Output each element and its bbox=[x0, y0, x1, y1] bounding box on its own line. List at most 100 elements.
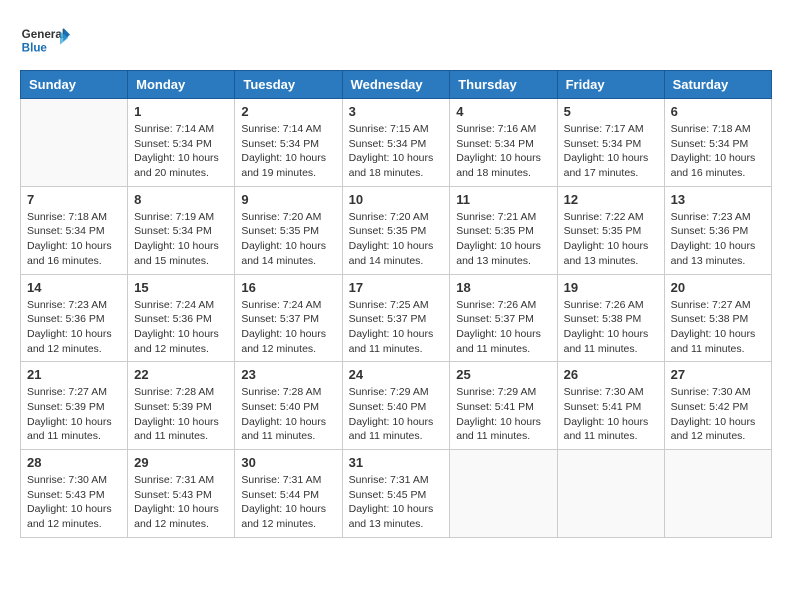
calendar-cell: 4 Sunrise: 7:16 AMSunset: 5:34 PMDaylight… bbox=[450, 99, 557, 187]
day-info: Sunrise: 7:30 AMSunset: 5:43 PMDaylight:… bbox=[27, 473, 121, 532]
calendar-cell: 16Sunrise: 7:24 AMSunset: 5:37 PMDayligh… bbox=[235, 274, 342, 362]
calendar-cell bbox=[450, 450, 557, 538]
calendar-cell: 24Sunrise: 7:29 AMSunset: 5:40 PMDayligh… bbox=[342, 362, 450, 450]
day-info: Sunrise: 7:28 AMSunset: 5:39 PMDaylight:… bbox=[134, 385, 228, 444]
day-info: Sunrise: 7:19 AMSunset: 5:34 PMDaylight:… bbox=[134, 210, 228, 269]
calendar-week-row: 28 Sunrise: 7:30 AMSunset: 5:43 PMDayligh… bbox=[21, 450, 772, 538]
day-info: Sunrise: 7:20 AMSunset: 5:35 PMDaylight:… bbox=[241, 210, 335, 269]
calendar-table: SundayMondayTuesdayWednesdayThursdayFrid… bbox=[20, 70, 772, 538]
day-info: Sunrise: 7:17 AMSunset: 5:34 PMDaylight:… bbox=[564, 122, 658, 181]
day-number: 18 bbox=[456, 280, 550, 295]
calendar-cell: 20Sunrise: 7:27 AMSunset: 5:38 PMDayligh… bbox=[664, 274, 771, 362]
weekday-header: Wednesday bbox=[342, 71, 450, 99]
calendar-cell: 13Sunrise: 7:23 AMSunset: 5:36 PMDayligh… bbox=[664, 186, 771, 274]
day-info: Sunrise: 7:14 AMSunset: 5:34 PMDaylight:… bbox=[134, 122, 228, 181]
day-info: Sunrise: 7:31 AMSunset: 5:45 PMDaylight:… bbox=[349, 473, 444, 532]
calendar-cell: 2 Sunrise: 7:14 AMSunset: 5:34 PMDaylight… bbox=[235, 99, 342, 187]
calendar-cell bbox=[557, 450, 664, 538]
calendar-cell: 10 Sunrise: 7:20 AMSunset: 5:35 PMDayligh… bbox=[342, 186, 450, 274]
weekday-header: Monday bbox=[128, 71, 235, 99]
calendar-cell: 11Sunrise: 7:21 AMSunset: 5:35 PMDayligh… bbox=[450, 186, 557, 274]
calendar-cell: 19 Sunrise: 7:26 AMSunset: 5:38 PMDayligh… bbox=[557, 274, 664, 362]
day-info: Sunrise: 7:26 AMSunset: 5:37 PMDaylight:… bbox=[456, 298, 550, 357]
day-number: 15 bbox=[134, 280, 228, 295]
calendar-cell: 31 Sunrise: 7:31 AMSunset: 5:45 PMDayligh… bbox=[342, 450, 450, 538]
day-number: 8 bbox=[134, 192, 228, 207]
weekday-header-row: SundayMondayTuesdayWednesdayThursdayFrid… bbox=[21, 71, 772, 99]
calendar-week-row: 1 Sunrise: 7:14 AMSunset: 5:34 PMDaylight… bbox=[21, 99, 772, 187]
day-info: Sunrise: 7:24 AMSunset: 5:36 PMDaylight:… bbox=[134, 298, 228, 357]
day-number: 5 bbox=[564, 104, 658, 119]
calendar-cell bbox=[664, 450, 771, 538]
calendar-cell: 26Sunrise: 7:30 AMSunset: 5:41 PMDayligh… bbox=[557, 362, 664, 450]
calendar-week-row: 21 Sunrise: 7:27 AMSunset: 5:39 PMDayligh… bbox=[21, 362, 772, 450]
day-number: 26 bbox=[564, 367, 658, 382]
day-number: 1 bbox=[134, 104, 228, 119]
calendar-cell: 28 Sunrise: 7:30 AMSunset: 5:43 PMDayligh… bbox=[21, 450, 128, 538]
day-number: 3 bbox=[349, 104, 444, 119]
day-info: Sunrise: 7:31 AMSunset: 5:44 PMDaylight:… bbox=[241, 473, 335, 532]
day-number: 23 bbox=[241, 367, 335, 382]
logo-icon: General Blue bbox=[20, 20, 70, 60]
svg-text:General: General bbox=[22, 28, 65, 41]
day-number: 12 bbox=[564, 192, 658, 207]
day-info: Sunrise: 7:27 AMSunset: 5:39 PMDaylight:… bbox=[27, 385, 121, 444]
calendar-cell: 7 Sunrise: 7:18 AMSunset: 5:34 PMDaylight… bbox=[21, 186, 128, 274]
day-number: 6 bbox=[671, 104, 765, 119]
calendar-cell: 9Sunrise: 7:20 AMSunset: 5:35 PMDaylight… bbox=[235, 186, 342, 274]
day-number: 13 bbox=[671, 192, 765, 207]
weekday-header: Friday bbox=[557, 71, 664, 99]
calendar-cell: 22 Sunrise: 7:28 AMSunset: 5:39 PMDayligh… bbox=[128, 362, 235, 450]
weekday-header: Saturday bbox=[664, 71, 771, 99]
day-info: Sunrise: 7:22 AMSunset: 5:35 PMDaylight:… bbox=[564, 210, 658, 269]
calendar-cell: 8 Sunrise: 7:19 AMSunset: 5:34 PMDaylight… bbox=[128, 186, 235, 274]
day-info: Sunrise: 7:18 AMSunset: 5:34 PMDaylight:… bbox=[27, 210, 121, 269]
day-number: 19 bbox=[564, 280, 658, 295]
day-info: Sunrise: 7:14 AMSunset: 5:34 PMDaylight:… bbox=[241, 122, 335, 181]
calendar-cell: 15 Sunrise: 7:24 AMSunset: 5:36 PMDayligh… bbox=[128, 274, 235, 362]
calendar-week-row: 7 Sunrise: 7:18 AMSunset: 5:34 PMDaylight… bbox=[21, 186, 772, 274]
day-number: 31 bbox=[349, 455, 444, 470]
day-info: Sunrise: 7:31 AMSunset: 5:43 PMDaylight:… bbox=[134, 473, 228, 532]
day-number: 22 bbox=[134, 367, 228, 382]
weekday-header: Sunday bbox=[21, 71, 128, 99]
day-number: 17 bbox=[349, 280, 444, 295]
day-info: Sunrise: 7:26 AMSunset: 5:38 PMDaylight:… bbox=[564, 298, 658, 357]
day-number: 21 bbox=[27, 367, 121, 382]
day-info: Sunrise: 7:29 AMSunset: 5:40 PMDaylight:… bbox=[349, 385, 444, 444]
calendar-cell: 27 Sunrise: 7:30 AMSunset: 5:42 PMDayligh… bbox=[664, 362, 771, 450]
calendar-cell: 14Sunrise: 7:23 AMSunset: 5:36 PMDayligh… bbox=[21, 274, 128, 362]
day-number: 4 bbox=[456, 104, 550, 119]
day-number: 20 bbox=[671, 280, 765, 295]
day-number: 16 bbox=[241, 280, 335, 295]
day-number: 10 bbox=[349, 192, 444, 207]
calendar-cell: 18 Sunrise: 7:26 AMSunset: 5:37 PMDayligh… bbox=[450, 274, 557, 362]
day-number: 28 bbox=[27, 455, 121, 470]
calendar-cell: 3 Sunrise: 7:15 AMSunset: 5:34 PMDaylight… bbox=[342, 99, 450, 187]
calendar-cell: 5 Sunrise: 7:17 AMSunset: 5:34 PMDaylight… bbox=[557, 99, 664, 187]
header: General Blue bbox=[20, 20, 772, 60]
day-info: Sunrise: 7:20 AMSunset: 5:35 PMDaylight:… bbox=[349, 210, 444, 269]
day-info: Sunrise: 7:16 AMSunset: 5:34 PMDaylight:… bbox=[456, 122, 550, 181]
svg-text:Blue: Blue bbox=[22, 41, 48, 54]
day-number: 2 bbox=[241, 104, 335, 119]
calendar-cell: 1 Sunrise: 7:14 AMSunset: 5:34 PMDaylight… bbox=[128, 99, 235, 187]
calendar-week-row: 14Sunrise: 7:23 AMSunset: 5:36 PMDayligh… bbox=[21, 274, 772, 362]
day-info: Sunrise: 7:18 AMSunset: 5:34 PMDaylight:… bbox=[671, 122, 765, 181]
logo: General Blue bbox=[20, 20, 70, 60]
calendar-cell: 30Sunrise: 7:31 AMSunset: 5:44 PMDayligh… bbox=[235, 450, 342, 538]
day-info: Sunrise: 7:15 AMSunset: 5:34 PMDaylight:… bbox=[349, 122, 444, 181]
day-number: 27 bbox=[671, 367, 765, 382]
day-info: Sunrise: 7:28 AMSunset: 5:40 PMDaylight:… bbox=[241, 385, 335, 444]
calendar-cell: 25Sunrise: 7:29 AMSunset: 5:41 PMDayligh… bbox=[450, 362, 557, 450]
day-info: Sunrise: 7:25 AMSunset: 5:37 PMDaylight:… bbox=[349, 298, 444, 357]
calendar-cell: 12 Sunrise: 7:22 AMSunset: 5:35 PMDayligh… bbox=[557, 186, 664, 274]
weekday-header: Tuesday bbox=[235, 71, 342, 99]
day-number: 14 bbox=[27, 280, 121, 295]
day-info: Sunrise: 7:29 AMSunset: 5:41 PMDaylight:… bbox=[456, 385, 550, 444]
calendar-cell: 23 Sunrise: 7:28 AMSunset: 5:40 PMDayligh… bbox=[235, 362, 342, 450]
day-info: Sunrise: 7:30 AMSunset: 5:42 PMDaylight:… bbox=[671, 385, 765, 444]
day-number: 29 bbox=[134, 455, 228, 470]
day-number: 7 bbox=[27, 192, 121, 207]
day-number: 11 bbox=[456, 192, 550, 207]
